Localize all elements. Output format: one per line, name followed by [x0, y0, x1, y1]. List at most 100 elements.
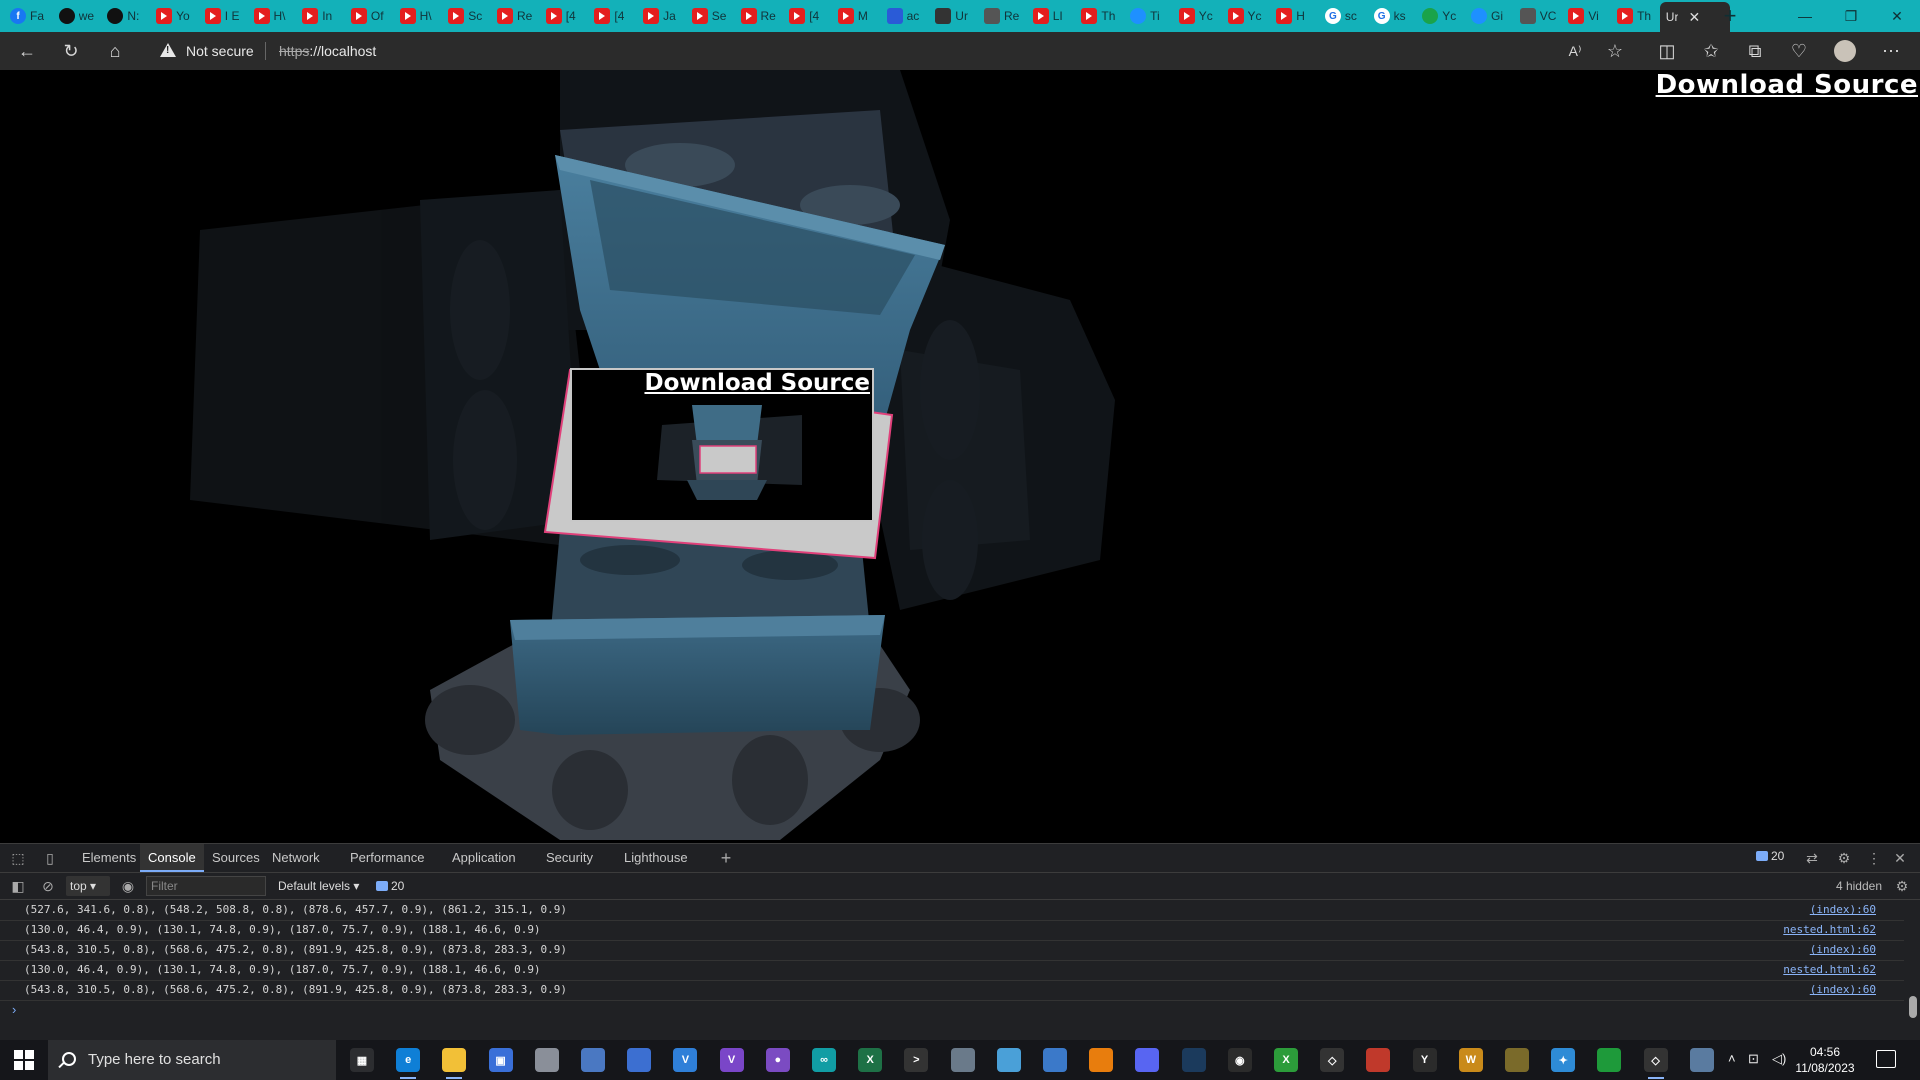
log-levels-dropdown[interactable]: Default levels ▾ — [278, 876, 359, 896]
browser-tab[interactable]: f Fa — [4, 3, 53, 29]
browser-tab[interactable]: H\ — [394, 3, 443, 29]
read-aloud-icon[interactable]: A⁾ — [1562, 38, 1588, 64]
excel-icon[interactable]: X — [858, 1048, 883, 1072]
browser-tab[interactable]: Ja — [637, 3, 686, 29]
inspect-element-icon[interactable]: ⬚ — [8, 848, 28, 868]
devtools-tab-lighthouse[interactable]: Lighthouse — [616, 844, 696, 872]
add-panel-button[interactable]: + — [716, 848, 736, 868]
filter-message-count[interactable]: 20 — [376, 876, 404, 896]
xbox-icon[interactable]: X — [1274, 1048, 1298, 1072]
context-selector[interactable]: top ▾ — [66, 876, 110, 896]
log-source-link[interactable]: (index):60 — [1810, 943, 1876, 956]
favorite-star-icon[interactable]: ☆ — [1602, 38, 1628, 64]
app-icon[interactable] — [1043, 1048, 1067, 1072]
browser-tab[interactable]: LI — [1027, 3, 1076, 29]
browser-tab[interactable]: Vi — [1562, 3, 1611, 29]
network-icon[interactable]: ⊡ — [1748, 1051, 1759, 1067]
close-window-button[interactable]: ✕ — [1874, 0, 1920, 32]
app-icon[interactable] — [950, 1048, 975, 1072]
back-button[interactable]: ← — [14, 38, 40, 64]
log-source-link[interactable]: nested.html:62 — [1783, 923, 1876, 936]
remote-devices-icon[interactable]: ⇄ — [1802, 848, 1822, 868]
devtools-tab-console[interactable]: Console — [140, 844, 204, 872]
github-desktop-icon[interactable]: ● — [765, 1048, 790, 1072]
browser-tab[interactable]: I E — [199, 3, 248, 29]
devtools-tab-performance[interactable]: Performance — [342, 844, 432, 872]
discord-icon[interactable] — [1135, 1048, 1160, 1072]
notification-icon[interactable] — [1876, 1050, 1896, 1068]
browser-tab[interactable]: [4 — [783, 3, 832, 29]
close-devtools-icon[interactable]: ✕ — [1890, 848, 1910, 868]
browser-tab[interactable]: Sc — [442, 3, 491, 29]
browser-tab[interactable]: VC — [1514, 3, 1563, 29]
clear-console-icon[interactable]: ⊘ — [38, 876, 58, 896]
browser-essentials-icon[interactable]: ♡ — [1786, 38, 1812, 64]
3d-scene-canvas[interactable] — [0, 70, 1920, 843]
browser-tab[interactable]: In — [296, 3, 345, 29]
app-icon[interactable]: W — [1458, 1048, 1483, 1072]
app-icon[interactable] — [1366, 1048, 1391, 1072]
console-prompt[interactable]: › — [12, 1002, 16, 1017]
close-tab-icon[interactable]: ✕ — [1688, 9, 1700, 26]
console-filter-input[interactable] — [146, 876, 266, 896]
new-tab-button[interactable]: + — [1718, 4, 1742, 28]
browser-tab[interactable]: Re — [735, 3, 784, 29]
blender-icon[interactable] — [1089, 1048, 1114, 1072]
terminal-icon[interactable]: > — [904, 1048, 929, 1072]
devtools-tab-elements[interactable]: Elements — [74, 844, 144, 872]
message-count-badge[interactable]: 20 — [1756, 849, 1784, 863]
app-icon[interactable] — [534, 1048, 559, 1072]
log-source-link[interactable]: (index):60 — [1810, 983, 1876, 996]
steam-icon[interactable] — [1181, 1048, 1206, 1072]
sidebar-toggle-icon[interactable]: ◧ — [8, 876, 28, 896]
nested-iframe[interactable]: Download Source — [570, 368, 874, 522]
browser-tab[interactable]: Gks — [1368, 3, 1417, 29]
log-source-link[interactable]: (index):60 — [1810, 903, 1876, 916]
browser-tab[interactable]: Yc — [1173, 3, 1222, 29]
obs-icon[interactable]: ◉ — [1227, 1048, 1252, 1072]
browser-tab[interactable]: Yo — [150, 3, 199, 29]
console-settings-icon[interactable]: ⚙ — [1892, 876, 1912, 896]
console-scrollbar[interactable] — [1908, 900, 1918, 1038]
settings-more-icon[interactable]: ⋯ — [1878, 38, 1904, 64]
download-source-link[interactable]: Download Source — [1656, 70, 1918, 100]
browser-tab[interactable]: Re — [491, 3, 540, 29]
home-button[interactable]: ⌂ — [102, 38, 128, 64]
app-icon[interactable]: Y — [1412, 1048, 1437, 1072]
browser-tab[interactable]: Se — [686, 3, 735, 29]
nested-download-source-link[interactable]: Download Source — [644, 370, 870, 396]
browser-tab[interactable]: Re — [978, 3, 1027, 29]
restore-window-button[interactable]: ❐ — [1828, 0, 1874, 32]
browser-tab[interactable]: [4 — [540, 3, 589, 29]
browser-tab[interactable]: Of — [345, 3, 394, 29]
edge-icon[interactable]: e — [396, 1048, 421, 1079]
devtools-tab-security[interactable]: Security — [538, 844, 601, 872]
devtools-tab-sources[interactable]: Sources — [204, 844, 268, 872]
more-options-icon[interactable]: ⋮ — [1864, 848, 1884, 868]
browser-tab[interactable]: Yc — [1222, 3, 1271, 29]
browser-tab[interactable]: Th — [1075, 3, 1124, 29]
visual-studio-icon[interactable]: V — [719, 1048, 744, 1072]
minimize-window-button[interactable]: — — [1782, 0, 1828, 32]
settings-gear-icon[interactable]: ⚙ — [1834, 848, 1854, 868]
file-explorer-icon[interactable] — [442, 1048, 467, 1079]
chevron-up-icon[interactable]: ˄ — [1728, 1051, 1736, 1066]
browser-tab[interactable]: Gsc — [1319, 3, 1368, 29]
device-toolbar-icon[interactable]: ▯ — [40, 848, 60, 868]
app-icon[interactable] — [581, 1048, 605, 1072]
log-source-link[interactable]: nested.html:62 — [1783, 963, 1876, 976]
vscode-icon[interactable]: V — [673, 1048, 698, 1072]
split-screen-icon[interactable]: ◫ — [1654, 38, 1680, 64]
devtools-tab-application[interactable]: Application — [444, 844, 524, 872]
collections-icon[interactable]: ⧉ — [1742, 38, 1768, 64]
store-icon[interactable]: ▣ — [488, 1048, 513, 1072]
browser-tab[interactable]: Ur — [929, 3, 978, 29]
browser-tab[interactable]: N: — [101, 3, 150, 29]
taskbar-search[interactable]: Type here to search — [48, 1040, 336, 1080]
browser-tab[interactable]: Gi — [1465, 3, 1514, 29]
unity-icon[interactable]: ◇ — [1643, 1048, 1668, 1079]
browser-tab[interactable]: Ti — [1124, 3, 1173, 29]
app-icon[interactable] — [1505, 1048, 1529, 1072]
app-icon[interactable]: ✦ — [1551, 1048, 1576, 1072]
start-button[interactable] — [14, 1050, 34, 1070]
